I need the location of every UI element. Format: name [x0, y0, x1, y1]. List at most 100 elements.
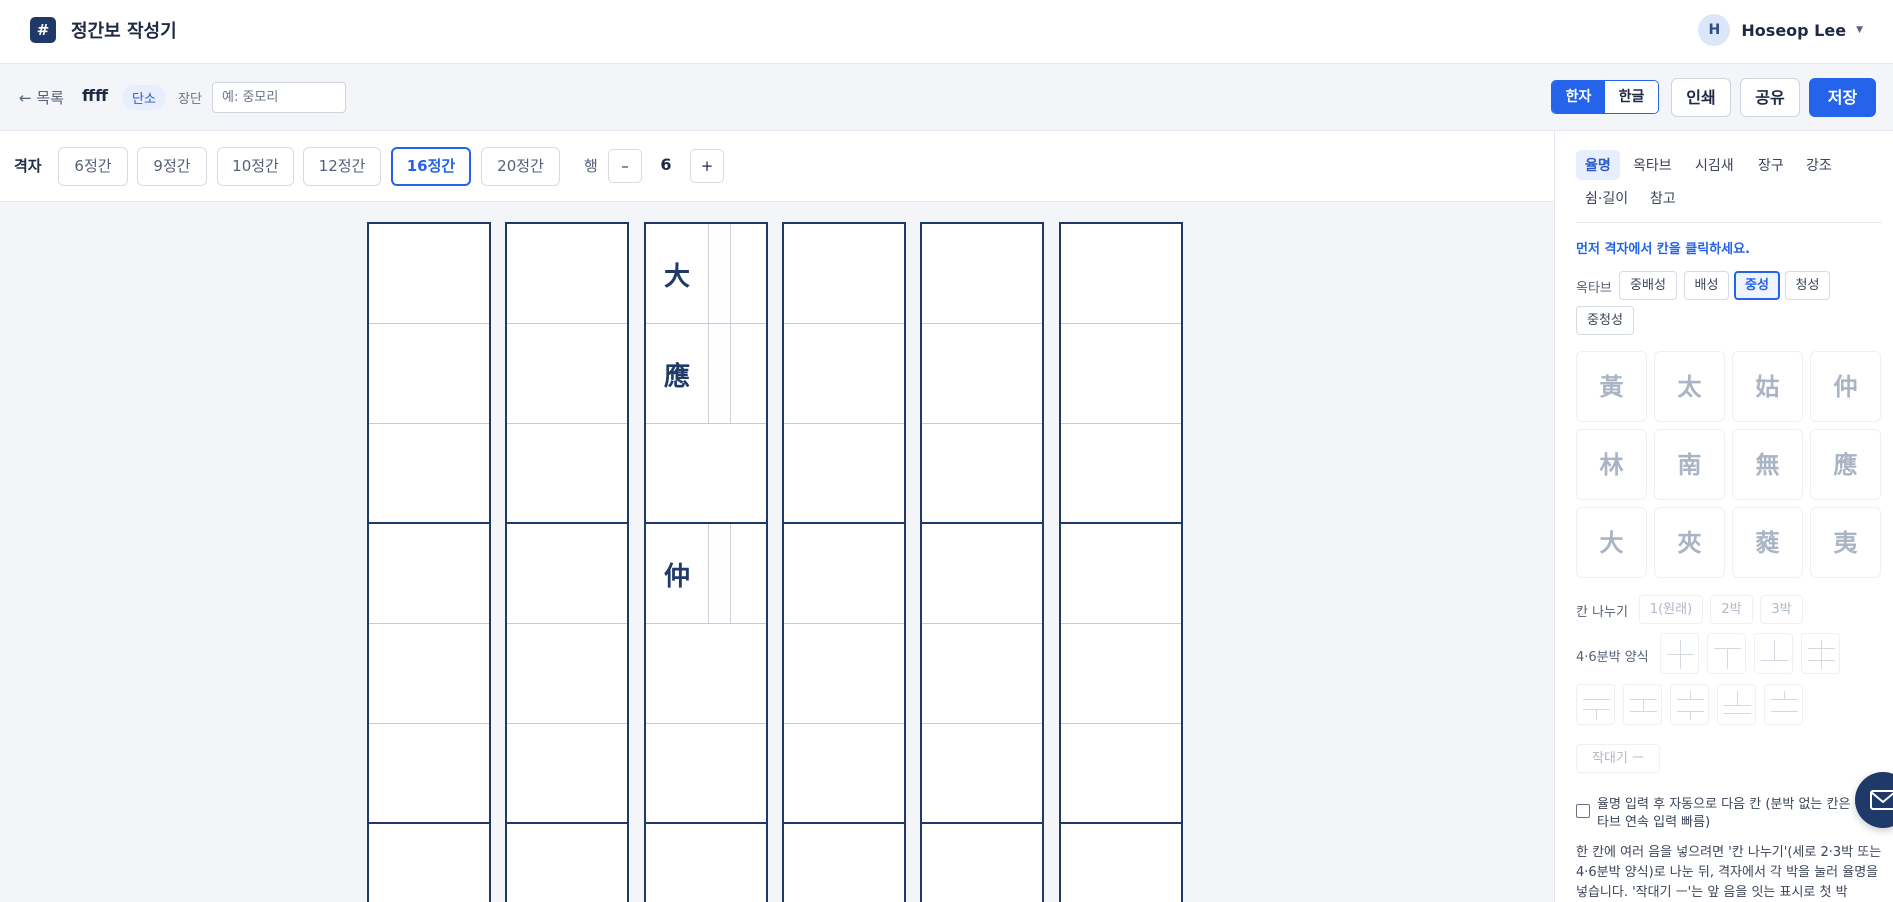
jeonggan-cell[interactable]: [784, 824, 904, 902]
back-to-list-link[interactable]: ← 목록: [19, 87, 64, 108]
jeonggan-cell[interactable]: [784, 324, 904, 424]
jeonggan-cell[interactable]: [1061, 324, 1181, 424]
beat-pattern-button[interactable]: [1576, 684, 1615, 725]
octave-option[interactable]: 청성: [1785, 271, 1830, 300]
jeonggan-cell[interactable]: [922, 224, 1042, 324]
jeonggan-cell[interactable]: [784, 224, 904, 324]
pitch-button[interactable]: 南: [1654, 429, 1725, 500]
jeonggan-cell[interactable]: [646, 724, 766, 824]
jeonggan-cell[interactable]: [507, 824, 627, 902]
jeonggan-cell[interactable]: [369, 524, 489, 624]
pitch-button[interactable]: 無: [1732, 429, 1803, 500]
user-menu[interactable]: H Hoseop Lee ▼: [1698, 14, 1863, 46]
octave-option[interactable]: 중배성: [1619, 271, 1677, 300]
grid-option-20[interactable]: 20정간: [481, 147, 560, 186]
jeonggan-cell[interactable]: [922, 724, 1042, 824]
contact-fab-button[interactable]: [1855, 772, 1893, 828]
beat-pattern-button[interactable]: [1623, 684, 1662, 725]
pitch-button[interactable]: 姑: [1732, 351, 1803, 422]
grid-option-6[interactable]: 6정간: [58, 147, 128, 186]
pitch-button[interactable]: 太: [1654, 351, 1725, 422]
jeonggan-cell[interactable]: [646, 424, 766, 524]
auto-advance-checkbox[interactable]: [1576, 804, 1590, 818]
jeonggan-cell[interactable]: [507, 424, 627, 524]
tab-janggu[interactable]: 장구: [1758, 155, 1784, 175]
jeonggan-cell[interactable]: [1061, 524, 1181, 624]
jeonggan-cell[interactable]: 應: [646, 324, 766, 424]
grid-option-9[interactable]: 9정간: [137, 147, 207, 186]
jeonggan-cell[interactable]: [1061, 824, 1181, 902]
jeonggan-cell[interactable]: [784, 424, 904, 524]
grid-option-16[interactable]: 16정간: [391, 147, 471, 186]
jeonggan-cell[interactable]: [369, 424, 489, 524]
jeonggan-cell[interactable]: [507, 724, 627, 824]
avatar[interactable]: H: [1698, 14, 1731, 46]
jeonggan-cell[interactable]: [784, 524, 904, 624]
octave-option-selected[interactable]: 중성: [1734, 271, 1780, 300]
jangdan-input[interactable]: [212, 82, 346, 113]
split-option[interactable]: 2박: [1710, 595, 1753, 624]
beat-pattern-button[interactable]: [1707, 633, 1746, 674]
beat-pattern-button[interactable]: [1660, 633, 1699, 674]
jeonggan-cell[interactable]: [646, 824, 766, 902]
jeonggan-cell[interactable]: [507, 224, 627, 324]
save-button[interactable]: 저장: [1809, 78, 1876, 117]
split-option[interactable]: 3박: [1760, 595, 1803, 624]
jeonggan-cell[interactable]: [369, 324, 489, 424]
pitch-button[interactable]: 應: [1810, 429, 1881, 500]
jeonggan-cell[interactable]: 大: [646, 224, 766, 324]
tab-pitch[interactable]: 율명: [1576, 150, 1620, 180]
jeonggan-cell[interactable]: 仲: [646, 524, 766, 624]
caret-down-icon[interactable]: ▼: [1856, 25, 1863, 35]
pitch-button[interactable]: 黃: [1576, 351, 1647, 422]
jeonggan-cell[interactable]: [784, 624, 904, 724]
jeonggan-cell[interactable]: [1061, 424, 1181, 524]
tie-dash-button[interactable]: 작대기 ㅡ: [1576, 744, 1660, 773]
jeonggan-cell[interactable]: [1061, 624, 1181, 724]
tab-reference[interactable]: 참고: [1650, 188, 1676, 208]
share-button[interactable]: 공유: [1740, 78, 1800, 117]
jeonggan-cell[interactable]: [922, 824, 1042, 902]
beat-pattern-button[interactable]: [1801, 633, 1840, 674]
jeonggan-cell[interactable]: [922, 424, 1042, 524]
print-button[interactable]: 인쇄: [1671, 78, 1731, 117]
pitch-button[interactable]: 夷: [1810, 507, 1881, 578]
tab-accent[interactable]: 강조: [1806, 155, 1832, 175]
jeonggan-cell[interactable]: [1061, 724, 1181, 824]
jeonggan-cell[interactable]: [507, 524, 627, 624]
jeonggan-cell[interactable]: [507, 624, 627, 724]
octave-option[interactable]: 배성: [1684, 271, 1729, 300]
pitch-button[interactable]: 夾: [1654, 507, 1725, 578]
beat-pattern-button[interactable]: [1764, 684, 1803, 725]
jeonggan-cell[interactable]: [922, 624, 1042, 724]
beat-pattern-button[interactable]: [1754, 633, 1793, 674]
split-option[interactable]: 1(원래): [1639, 595, 1703, 624]
jeonggan-cell[interactable]: [369, 824, 489, 902]
jeonggan-cell[interactable]: [784, 724, 904, 824]
rows-increment-button[interactable]: +: [690, 149, 724, 183]
beat-pattern-button[interactable]: [1717, 684, 1756, 725]
script-option-hangul[interactable]: 한글: [1605, 81, 1658, 113]
rows-decrement-button[interactable]: –: [608, 149, 642, 183]
jeonggan-cell[interactable]: [369, 724, 489, 824]
grid-option-10[interactable]: 10정간: [217, 147, 294, 186]
grid-option-12[interactable]: 12정간: [303, 147, 381, 186]
pitch-button[interactable]: 林: [1576, 429, 1647, 500]
script-option-hanja[interactable]: 한자: [1552, 81, 1605, 113]
jeonggan-cell[interactable]: [1061, 224, 1181, 324]
jeonggan-cell[interactable]: [646, 624, 766, 724]
beat-pattern-button[interactable]: [1670, 684, 1709, 725]
jeonggan-cell[interactable]: [922, 524, 1042, 624]
tab-octave[interactable]: 옥타브: [1633, 155, 1672, 175]
octave-option[interactable]: 중청성: [1576, 306, 1634, 335]
tab-rest-length[interactable]: 쉼·길이: [1585, 188, 1628, 208]
pitch-button[interactable]: 仲: [1810, 351, 1881, 422]
tab-sigimsae[interactable]: 시김새: [1695, 155, 1734, 175]
jeonggan-cell[interactable]: [369, 624, 489, 724]
app-logo-icon[interactable]: #: [30, 17, 56, 43]
jeonggan-cell[interactable]: [922, 324, 1042, 424]
pitch-button[interactable]: 大: [1576, 507, 1647, 578]
pitch-button[interactable]: 蕤: [1732, 507, 1803, 578]
user-name[interactable]: Hoseop Lee: [1741, 21, 1846, 40]
jeonggan-cell[interactable]: [369, 224, 489, 324]
